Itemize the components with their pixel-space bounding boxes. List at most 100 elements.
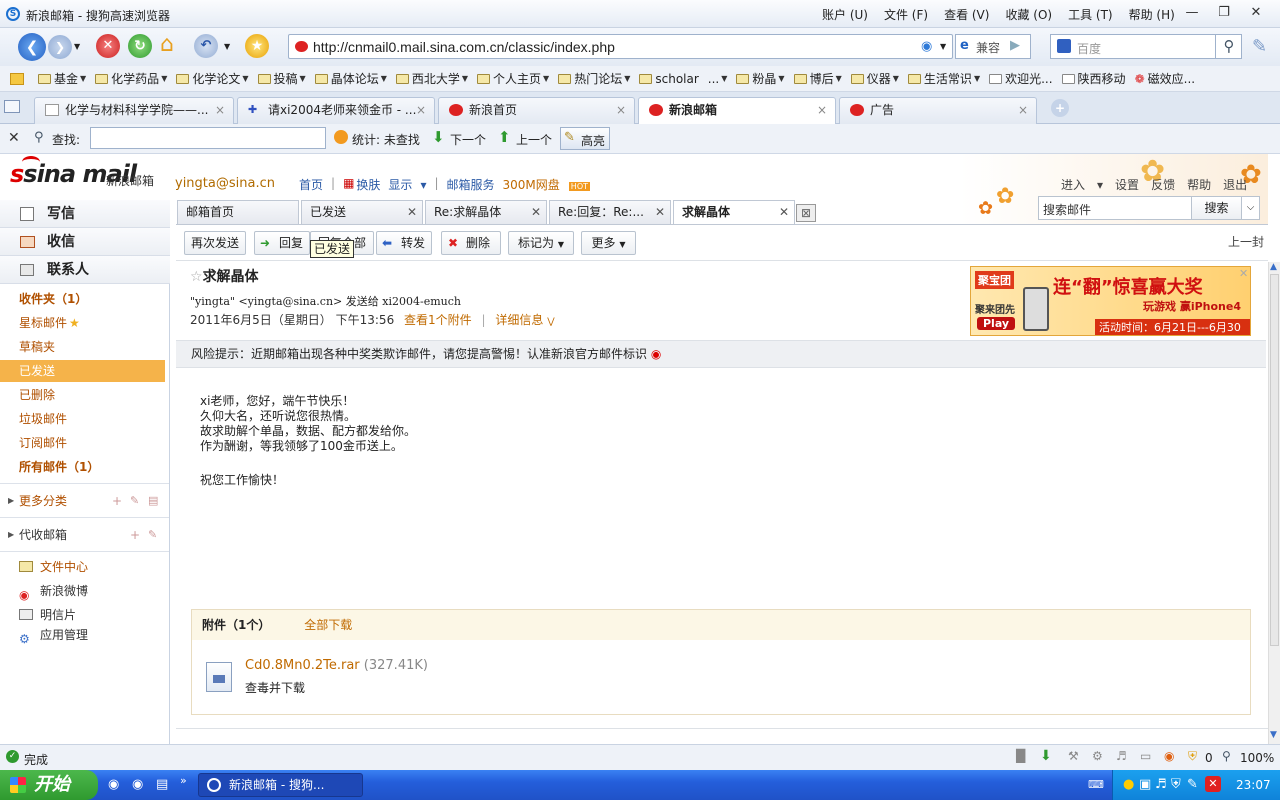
zoom-icon[interactable]: ⚲: [1222, 749, 1231, 763]
folder-all-mail[interactable]: 所有邮件（1）: [0, 456, 165, 478]
speedup-icon[interactable]: ◉: [1164, 749, 1174, 763]
history-dropdown-icon[interactable]: ▼: [74, 42, 80, 51]
refresh-icon[interactable]: ↻: [128, 34, 152, 58]
arrow-up-icon[interactable]: ⬆: [498, 128, 511, 146]
sound-icon[interactable]: ♬: [1116, 749, 1127, 763]
home-icon[interactable]: ⌂: [160, 32, 174, 57]
folder-inbox[interactable]: 收件夹（1）: [0, 288, 165, 310]
close-mail-tab-icon[interactable]: ✕: [407, 201, 417, 223]
quicklaunch-ie-icon[interactable]: ◉: [108, 777, 119, 792]
more-categories[interactable]: ▶ 更多分类 + ✎ ▤: [0, 490, 165, 512]
fav-item[interactable]: 西北大学 ▼: [395, 70, 468, 87]
ad-play-button[interactable]: Play: [977, 317, 1016, 330]
tab-ad[interactable]: 广告 ×: [839, 97, 1037, 124]
mail-tab-re-crystal[interactable]: Re:求解晶体 ✕: [425, 200, 547, 224]
nav-logout[interactable]: 退出: [1223, 176, 1247, 193]
fav-item[interactable]: ❁ 磁效应...: [1135, 70, 1196, 87]
vertical-scrollbar[interactable]: ▲ ▼: [1268, 262, 1280, 744]
mail-tab-home[interactable]: 邮箱首页: [177, 200, 299, 224]
new-tab-icon[interactable]: +: [1051, 99, 1069, 117]
favorite-star-icon[interactable]: ★: [245, 34, 269, 58]
star-outline-icon[interactable]: ☆: [190, 269, 203, 285]
mark-as-dropdown[interactable]: 标记为 ▼: [508, 231, 574, 255]
attachment-filename[interactable]: Cd0.8Mn0.2Te.rar: [245, 658, 360, 673]
nav-netdisk[interactable]: 300M网盘 HOT: [503, 176, 598, 193]
undo-dropdown-icon[interactable]: ▼: [224, 42, 230, 51]
fav-item[interactable]: 化学论文 ▼: [176, 70, 249, 87]
tab-sina-home[interactable]: 新浪首页 ×: [438, 97, 635, 124]
network-icon[interactable]: ▣: [1139, 777, 1151, 792]
start-button[interactable]: 开始: [0, 770, 98, 800]
highlight-button[interactable]: ✎ 高亮: [560, 127, 610, 150]
close-tab-icon[interactable]: ×: [616, 98, 626, 122]
volume-icon[interactable]: ♬: [1155, 777, 1167, 792]
close-tab-icon[interactable]: ×: [215, 98, 225, 122]
edit-pen-icon[interactable]: ✎: [1252, 36, 1267, 57]
app-file-center[interactable]: 文件中心: [0, 556, 165, 578]
fav-item[interactable]: 个人主页 ▼: [477, 70, 549, 87]
search-icon[interactable]: ⚲: [1215, 35, 1242, 58]
fav-item[interactable]: ... ▼: [708, 72, 728, 86]
app-weibo[interactable]: ◉ 新浪微博: [0, 580, 165, 602]
menu-view[interactable]: 查看 (V): [944, 6, 989, 23]
close-findbar-icon[interactable]: ✕: [8, 130, 20, 146]
minimize-icon[interactable]: —: [1178, 3, 1206, 23]
prev-mail-link[interactable]: 上一封: [1228, 233, 1264, 250]
sidebar-toggle-icon[interactable]: [4, 100, 20, 113]
favorites-star-folder-icon[interactable]: [10, 72, 24, 85]
fav-item[interactable]: 晶体论坛 ▼: [314, 70, 387, 87]
fav-item[interactable]: 生活常识 ▼: [907, 70, 980, 87]
undo-close-icon[interactable]: ↶: [194, 34, 218, 58]
app-postcard[interactable]: 明信片: [0, 604, 165, 626]
folder-starred[interactable]: 星标邮件 ★: [0, 312, 165, 334]
proxy-mailbox[interactable]: ▶ 代收邮箱 + ✎: [0, 524, 165, 546]
screen-icon[interactable]: ▭: [1140, 749, 1151, 763]
folder-drafts[interactable]: 草稿夹: [0, 336, 165, 358]
menu-account[interactable]: 账户 (U): [822, 6, 868, 23]
close-tab-icon[interactable]: ×: [416, 98, 426, 122]
close-tab-icon[interactable]: ×: [817, 98, 827, 122]
fav-item[interactable]: 博后 ▼: [793, 70, 842, 87]
restore-icon[interactable]: ❐: [1210, 3, 1238, 23]
find-next-button[interactable]: 下一个: [450, 131, 486, 148]
nav-mail-services[interactable]: 邮箱服务: [447, 176, 495, 193]
reply-button[interactable]: ➜ 回复: [254, 231, 310, 255]
mail-tab-sent[interactable]: 已发送 ✕: [301, 200, 423, 224]
download-icon[interactable]: ⬇: [1040, 748, 1052, 764]
close-icon[interactable]: ✕: [1242, 3, 1270, 23]
close-ad-icon[interactable]: ✕: [1239, 267, 1248, 280]
fav-item[interactable]: scholar: [639, 72, 699, 86]
app-manager[interactable]: ⚙ 应用管理: [0, 624, 165, 646]
delete-button[interactable]: ✖ 删除: [441, 231, 501, 255]
more-dropdown[interactable]: 更多 ▼: [581, 231, 636, 255]
quicklaunch-more-icon[interactable]: »: [180, 774, 187, 787]
receive-button[interactable]: 收信: [0, 228, 170, 256]
menu-tools[interactable]: 工具 (T): [1068, 6, 1113, 23]
fav-item[interactable]: 粉晶 ▼: [736, 70, 785, 87]
search-options-chevron-icon[interactable]: ⌵: [1241, 197, 1259, 219]
stop-icon[interactable]: ✕: [96, 34, 120, 58]
lock-icon[interactable]: █: [1016, 749, 1025, 763]
close-mail-tab-icon[interactable]: ✕: [779, 201, 789, 223]
shield-icon[interactable]: ⛨: [1188, 749, 1197, 764]
mail-tab-crystal[interactable]: 求解晶体 ✕: [673, 200, 795, 224]
resend-button[interactable]: 再次发送: [184, 231, 246, 255]
fav-item[interactable]: 陕西移动: [1061, 70, 1126, 87]
menu-help[interactable]: 帮助 (H): [1129, 6, 1175, 23]
rar-file-icon[interactable]: [206, 662, 232, 692]
quicklaunch-sogou-icon[interactable]: ◉: [132, 777, 143, 792]
tab-emuch-post[interactable]: ✚ 请xi2004老师来领金币 - ... ×: [237, 97, 435, 124]
antivirus-icon[interactable]: ✕: [1205, 776, 1221, 792]
nav-home[interactable]: 首页: [299, 176, 323, 193]
find-prev-button[interactable]: 上一个: [516, 131, 552, 148]
qq-icon[interactable]: ●: [1123, 777, 1134, 792]
close-mail-tab-icon[interactable]: ✕: [531, 201, 541, 223]
find-input[interactable]: [90, 127, 326, 149]
fav-item[interactable]: 化学药品 ▼: [95, 70, 167, 87]
fav-item[interactable]: 热门论坛 ▼: [558, 70, 630, 87]
address-url[interactable]: http://cnmail0.mail.sina.com.cn/classic/…: [313, 39, 615, 55]
menu-file[interactable]: 文件 (F): [884, 6, 928, 23]
fav-item[interactable]: 欢迎光...: [989, 70, 1053, 87]
folder-spam[interactable]: 垃圾邮件: [0, 408, 165, 430]
close-tab-icon[interactable]: ×: [1018, 98, 1028, 122]
